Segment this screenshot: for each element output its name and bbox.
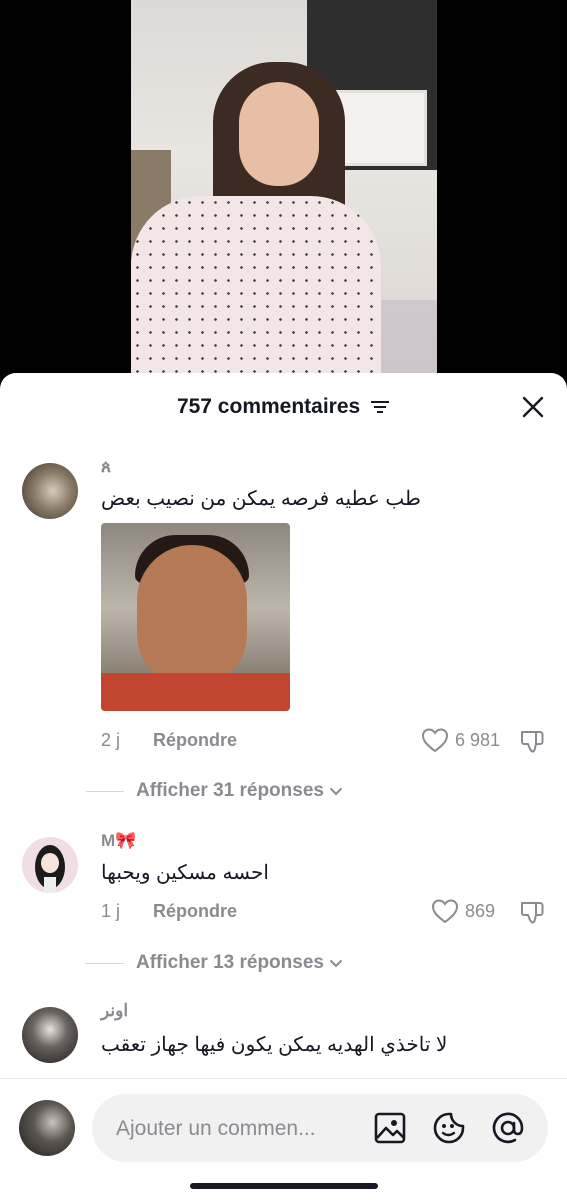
comment-time: 1 j [101,901,121,921]
reply-button[interactable]: Répondre [153,901,237,922]
avatar-illustration [35,845,65,893]
comment-image[interactable] [101,523,290,711]
close-icon[interactable] [521,395,545,419]
like-button[interactable]: 869 [431,898,495,924]
comments-list[interactable]: ጰ طب عطيه فرصه يمكن من نصيب بعض 2 j Répo… [0,443,567,1079]
reply-button[interactable]: Répondre [153,730,237,751]
comment-username[interactable]: M🎀 [101,831,136,851]
video-person-body [131,196,381,390]
show-replies-button[interactable]: Afficher 13 réponses [86,951,466,975]
comment-input[interactable] [114,1094,348,1164]
show-replies-button[interactable]: Afficher 31 réponses [86,779,466,803]
current-user-avatar[interactable] [19,1100,75,1156]
comment-username[interactable]: اونر [101,1001,128,1021]
thumbs-down-icon[interactable] [519,899,545,925]
comments-title-wrap[interactable]: 757 commentaires [0,395,567,419]
video-player[interactable] [131,0,437,390]
mention-at-icon[interactable] [491,1111,525,1145]
avatar[interactable] [22,837,78,893]
avatar[interactable] [22,1007,78,1063]
comment-image-face [137,545,247,685]
thumbs-down-icon[interactable] [519,728,545,754]
video-background-cabinet [331,90,427,166]
like-count: 869 [464,900,495,921]
video-person-face [239,82,319,186]
sort-filter-icon[interactable] [370,398,390,414]
like-button[interactable]: 6 981 [421,727,500,753]
avatar[interactable] [22,463,78,519]
replies-divider [86,790,124,792]
home-indicator [190,1183,378,1189]
comment-text: احسه مسكين ويحبها [101,862,269,884]
comment-username[interactable]: ጰ [101,457,111,477]
comment-image-shirt [101,673,290,711]
sticker-emoji-icon[interactable] [432,1111,466,1145]
comment-text: لا تاخذي الهديه يمكن يكون فيها جهاز تعقب [101,1034,448,1056]
like-count: 6 981 [454,729,500,750]
heart-icon [421,728,448,753]
replies-divider [86,962,124,964]
comment-text: طب عطيه فرصه يمكن من نصيب بعض [101,488,421,510]
chevron-down-icon [329,960,342,968]
comment-input-pill[interactable] [92,1094,548,1164]
show-replies-label: Afficher 13 réponses [136,952,324,973]
comments-count-title: 757 commentaires [176,395,361,418]
comment-input-bar [0,1078,567,1200]
comments-sheet: 757 commentaires ጰ طب عطيه فرصه يمكن من … [0,373,567,1199]
chevron-down-icon [329,788,342,796]
heart-icon [431,899,458,924]
comments-header: 757 commentaires [0,373,567,443]
image-icon[interactable] [373,1111,407,1145]
comment-time: 2 j [101,730,121,750]
show-replies-label: Afficher 31 réponses [136,780,324,801]
